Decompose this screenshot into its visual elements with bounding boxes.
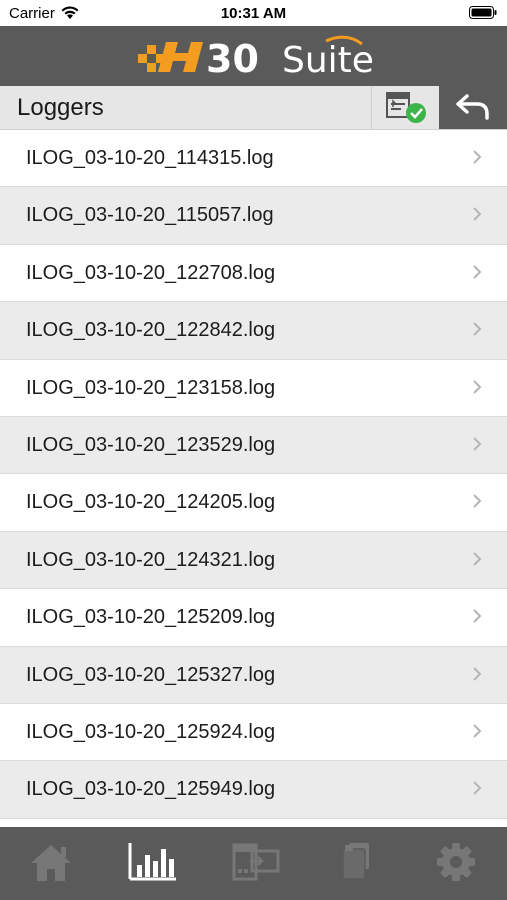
tab-documents[interactable] — [325, 841, 385, 887]
logger-list: ILOG_03-10-20_114315.log ILOG_03-10-20_1… — [0, 130, 507, 827]
log-list-item[interactable]: ILOG_03-10-20_115057.log — [0, 187, 507, 245]
chevron-right-icon — [473, 494, 482, 509]
log-file-name: ILOG_03-10-20_125949.log — [26, 778, 276, 801]
documents-icon — [342, 843, 369, 880]
svg-text:Suite: Suite — [282, 40, 374, 78]
gear-icon — [437, 843, 475, 881]
bottom-tab-bar — [0, 827, 507, 900]
h30-suite-logo: 30 Suite — [138, 35, 374, 78]
bar-chart-icon — [128, 843, 176, 881]
chevron-right-icon — [473, 724, 482, 738]
chevron-right-icon — [473, 437, 482, 451]
status-bar: Carrier 10:31 AM — [0, 0, 507, 26]
device-transfer-icon — [232, 843, 280, 881]
chevron-right-icon — [473, 150, 482, 164]
log-file-name: ILOG_03-10-20_122842.log — [26, 319, 276, 342]
tab-charts[interactable] — [122, 841, 182, 887]
log-list-item[interactable]: ILOG_03-10-20_124205.log — [0, 474, 507, 532]
tab-transfer[interactable] — [224, 841, 284, 887]
log-file-name: ILOG_03-10-20_125924.log — [26, 720, 276, 743]
chevron-right-icon — [473, 379, 482, 394]
page-title: Loggers — [17, 94, 104, 121]
log-list-item[interactable]: ILOG_03-10-20_123529.log — [0, 416, 507, 475]
log-file-name: ILOG_03-10-20_124321.log — [26, 548, 276, 571]
log-list-item[interactable]: ILOG_03-10-20_124321.log — [0, 531, 507, 590]
home-icon — [31, 845, 71, 881]
log-list-item[interactable]: ILOG_03-10-20_122708.log — [0, 244, 507, 303]
log-list-item[interactable]: ILOG_03-10-20_125327.log — [0, 646, 507, 704]
log-file-name: ILOG_03-10-20_125209.log — [26, 606, 276, 629]
log-list-item[interactable]: ILOG_03-10-20_114315.log — [0, 130, 507, 188]
tab-home[interactable] — [21, 841, 81, 887]
log-file-name: ILOG_03-10-20_115057.log — [26, 204, 274, 227]
tab-settings[interactable] — [426, 841, 486, 887]
log-file-name: ILOG_03-10-20_125327.log — [26, 663, 276, 686]
sync-check-icon — [386, 92, 426, 123]
log-list-item[interactable]: ILOG_03-10-20_125209.log — [0, 589, 507, 647]
status-time: 10:31 AM — [220, 5, 287, 22]
svg-text:30: 30 — [206, 37, 259, 78]
log-list-item[interactable]: ILOG_03-10-20_122842.log — [0, 302, 507, 360]
log-list-item[interactable]: ILOG_03-10-20_123158.log — [0, 359, 507, 417]
loggers-toolbar: Loggers — [0, 86, 507, 130]
log-file-name: ILOG_03-10-20_123529.log — [26, 433, 276, 456]
back-arrow-icon — [456, 94, 489, 120]
sync-button[interactable] — [371, 86, 439, 129]
battery-icon — [469, 6, 497, 24]
chevron-right-icon — [473, 666, 482, 681]
chevron-right-icon — [473, 552, 482, 566]
app-header: 30 Suite — [0, 26, 507, 86]
chevron-right-icon — [473, 207, 482, 222]
chevron-right-icon — [473, 265, 482, 279]
log-list-item[interactable]: ILOG_03-10-20_125949.log — [0, 761, 507, 819]
chevron-right-icon — [473, 609, 482, 623]
chevron-right-icon — [473, 781, 482, 796]
log-file-name: ILOG_03-10-20_124205.log — [26, 491, 276, 514]
log-file-name: ILOG_03-10-20_122708.log — [26, 261, 276, 284]
chevron-right-icon — [473, 322, 482, 336]
back-button[interactable] — [439, 86, 507, 129]
log-file-name: ILOG_03-10-20_114315.log — [26, 147, 274, 169]
log-list-item[interactable]: ILOG_03-10-20_125924.log — [0, 703, 507, 762]
log-file-name: ILOG_03-10-20_123158.log — [26, 376, 276, 399]
